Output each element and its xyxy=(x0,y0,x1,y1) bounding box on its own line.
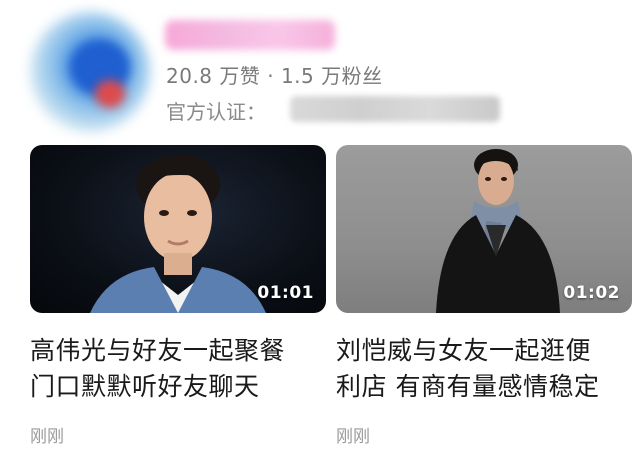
video-thumbnail[interactable]: 01:01 xyxy=(30,145,326,313)
video-thumbnail[interactable]: 01:02 xyxy=(336,145,632,313)
video-card[interactable]: 01:01 高伟光与好友一起聚餐 门口默默听好友聊天 刚刚 xyxy=(30,145,326,447)
video-title-line: 利店 有商有量感情稳定 xyxy=(336,372,600,401)
video-title-line: 刘恺威与女友一起逛便 xyxy=(336,336,592,365)
video-title[interactable]: 刘恺威与女友一起逛便 利店 有商有量感情稳定 xyxy=(336,333,632,405)
profile-stats: 20.8 万赞 · 1.5 万粉丝 xyxy=(166,64,383,88)
verify-info-blurred xyxy=(290,96,500,122)
profile-header: 20.8 万赞 · 1.5 万粉丝 官方认证： xyxy=(0,0,640,140)
video-duration: 01:01 xyxy=(257,283,314,303)
video-title-line: 门口默默听好友聊天 xyxy=(30,372,260,401)
video-title-line: 高伟光与好友一起聚餐 xyxy=(30,336,286,365)
video-time: 刚刚 xyxy=(30,427,64,447)
account-name-blurred[interactable] xyxy=(165,20,335,50)
avatar-blur-shape xyxy=(95,80,125,108)
verify-label: 官方认证： xyxy=(166,100,266,124)
video-card[interactable]: 01:02 刘恺威与女友一起逛便 利店 有商有量感情稳定 刚刚 xyxy=(336,145,632,447)
video-title[interactable]: 高伟光与好友一起聚餐 门口默默听好友聊天 xyxy=(30,333,326,405)
video-duration: 01:02 xyxy=(563,283,620,303)
video-time: 刚刚 xyxy=(336,427,370,447)
